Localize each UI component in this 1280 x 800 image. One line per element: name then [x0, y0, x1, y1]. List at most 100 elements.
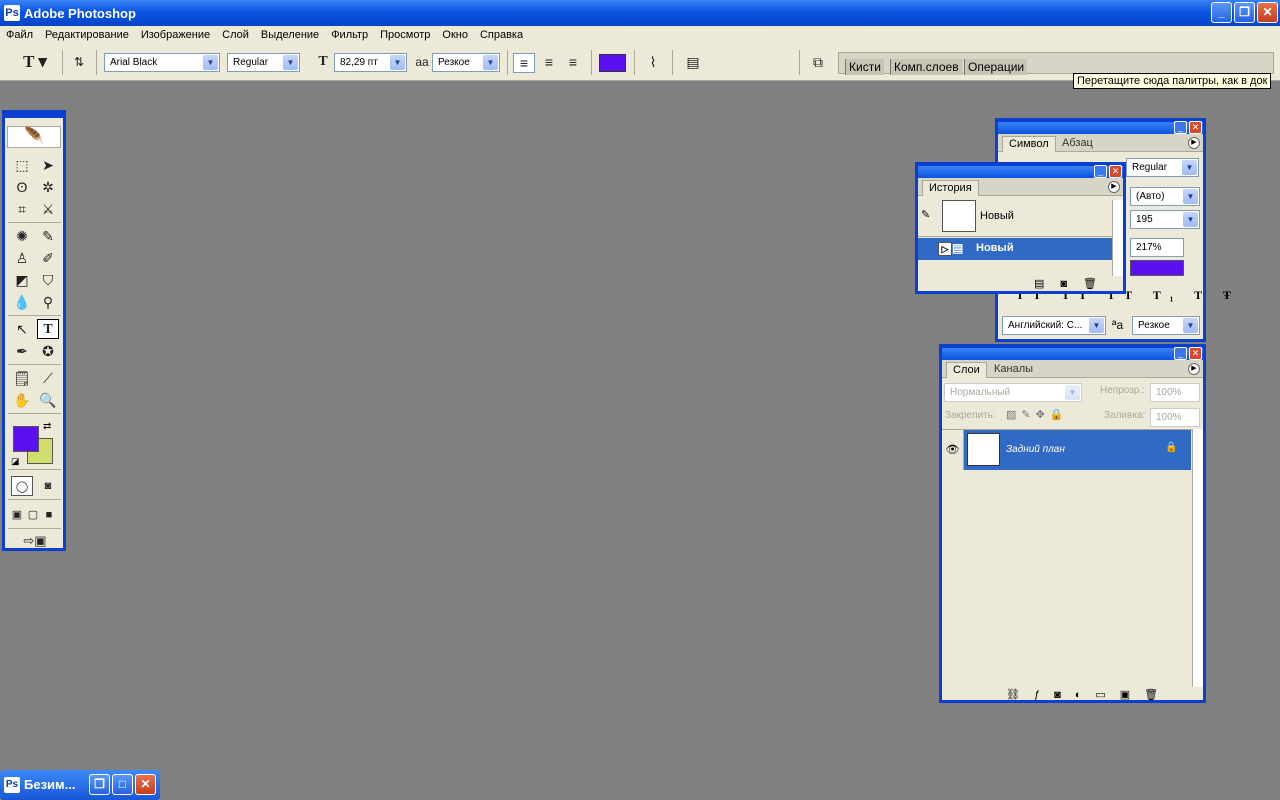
- type-tool-icon[interactable]: T: [37, 319, 59, 339]
- panel-menu-icon[interactable]: ▶: [1188, 137, 1200, 149]
- minimize-button[interactable]: _: [1211, 2, 1232, 23]
- antialias-select[interactable]: Резкое ▼: [432, 53, 500, 72]
- tool-preset-picker[interactable]: T ▾: [18, 53, 52, 71]
- character-font-style-select[interactable]: Regular ▼: [1126, 158, 1199, 177]
- layer-row[interactable]: 👁 Задний план 🔒: [942, 430, 1191, 470]
- blend-mode-select[interactable]: Нормальный ▼: [944, 383, 1082, 402]
- history-brush-source-icon[interactable]: ✎: [921, 208, 930, 221]
- standard-mode-icon[interactable]: ◯: [11, 476, 33, 496]
- tab-character[interactable]: Символ: [1002, 136, 1056, 152]
- notes-tool-icon[interactable]: 🗒: [11, 368, 33, 388]
- brush-tool-icon[interactable]: ✎: [37, 226, 59, 246]
- history-panel-titlebar[interactable]: _ ✕: [918, 165, 1123, 178]
- palettes-toggle-icon[interactable]: ▤: [682, 53, 704, 71]
- path-selection-tool-icon[interactable]: ↖: [11, 319, 33, 339]
- menu-window[interactable]: Окно: [436, 29, 474, 41]
- default-colors-icon[interactable]: ◪: [11, 456, 20, 467]
- minimize-icon[interactable]: _: [1174, 121, 1187, 134]
- lasso-tool-icon[interactable]: ʘ: [11, 177, 33, 197]
- snapshot-label[interactable]: Новый: [980, 210, 1014, 222]
- history-footer-buttons[interactable]: ▤◙🗑: [1034, 277, 1113, 290]
- menu-edit[interactable]: Редактирование: [39, 29, 135, 41]
- eyedropper-tool-icon[interactable]: ⟋: [37, 368, 59, 388]
- language-select[interactable]: Английский: С... ▼: [1002, 316, 1106, 335]
- history-slider-icon[interactable]: ▷: [938, 242, 952, 256]
- file-browser-icon[interactable]: ⧉: [806, 53, 830, 71]
- crop-tool-icon[interactable]: ⌗: [11, 199, 33, 219]
- leading-select[interactable]: (Авто) ▼: [1130, 187, 1200, 206]
- text-orientation-icon[interactable]: ⇅: [68, 53, 90, 71]
- close-button[interactable]: ✕: [1257, 2, 1278, 23]
- menu-image[interactable]: Изображение: [135, 29, 216, 41]
- layers-footer-buttons[interactable]: ⛓ƒ◙◐▭▣🗑: [1006, 688, 1172, 701]
- minimized-document-button[interactable]: Ps Безим... ❐ □ ✕: [0, 770, 160, 800]
- character-panel-titlebar[interactable]: _ ✕: [998, 121, 1203, 134]
- fill-input[interactable]: 100%: [1150, 408, 1200, 427]
- layers-scrollbar[interactable]: [1192, 429, 1203, 687]
- full-screen-menu-mode-icon[interactable]: ▢: [25, 505, 41, 525]
- restore-button[interactable]: ❐: [89, 774, 110, 795]
- character-antialias-select[interactable]: Резкое ▼: [1132, 316, 1200, 335]
- eraser-tool-icon[interactable]: ◩: [11, 270, 33, 290]
- healing-brush-tool-icon[interactable]: ✺: [11, 226, 33, 246]
- align-left-icon[interactable]: ≡: [513, 53, 535, 73]
- maximize-button[interactable]: □: [112, 774, 133, 795]
- foreground-color-swatch[interactable]: [13, 426, 39, 452]
- tab-layers[interactable]: Слои: [946, 362, 987, 378]
- tab-history[interactable]: История: [922, 180, 979, 196]
- restore-button[interactable]: ❐: [1234, 2, 1255, 23]
- font-family-select[interactable]: Arial Black ▼: [104, 53, 220, 72]
- menu-select[interactable]: Выделение: [255, 29, 325, 41]
- jump-to-imageready-icon[interactable]: ⇨▣: [13, 531, 57, 551]
- zoom-tool-icon[interactable]: 🔍: [37, 390, 59, 410]
- swap-colors-icon[interactable]: ⇄: [43, 421, 51, 432]
- align-center-icon[interactable]: ≡: [538, 53, 560, 71]
- history-scrollbar[interactable]: [1112, 200, 1123, 276]
- marquee-tool-icon[interactable]: ⬚: [11, 155, 33, 175]
- clone-stamp-tool-icon[interactable]: ♙: [11, 248, 33, 268]
- blur-tool-icon[interactable]: 💧: [11, 292, 33, 312]
- lock-buttons[interactable]: ▨✎✥🔒: [1006, 408, 1069, 421]
- panel-menu-icon[interactable]: ▶: [1188, 363, 1200, 375]
- tab-channels[interactable]: Каналы: [988, 362, 1039, 378]
- quick-mask-mode-icon[interactable]: ◙: [37, 476, 59, 496]
- menu-view[interactable]: Просмотр: [374, 29, 436, 41]
- font-style-select[interactable]: Regular ▼: [227, 53, 300, 72]
- warp-text-icon[interactable]: ⌇: [642, 53, 664, 71]
- menu-filter[interactable]: Фильтр: [325, 29, 374, 41]
- align-right-icon[interactable]: ≡: [562, 53, 584, 71]
- close-icon[interactable]: ✕: [1189, 121, 1202, 134]
- menu-file[interactable]: Файл: [0, 29, 39, 41]
- opacity-input[interactable]: 100%: [1150, 383, 1200, 402]
- move-tool-icon[interactable]: ➤: [37, 155, 59, 175]
- layer-name[interactable]: Задний план: [1006, 444, 1065, 455]
- paint-bucket-tool-icon[interactable]: ⛉: [37, 270, 59, 290]
- slice-tool-icon[interactable]: ⚔: [37, 199, 59, 219]
- menu-layer[interactable]: Слой: [216, 29, 255, 41]
- close-icon[interactable]: ✕: [1109, 165, 1122, 178]
- font-size-select[interactable]: 82,29 пт ▼: [334, 53, 407, 72]
- layer-visibility-eye-icon[interactable]: 👁: [942, 430, 964, 470]
- pen-tool-icon[interactable]: ✒: [11, 341, 33, 361]
- history-state-row[interactable]: ▷ ▤ Новый: [918, 238, 1112, 260]
- well-tab-actions[interactable]: Операции: [964, 59, 1028, 75]
- minimize-icon[interactable]: _: [1094, 165, 1107, 178]
- feather-logo-icon[interactable]: 🪶: [7, 126, 61, 148]
- close-icon[interactable]: ✕: [1189, 347, 1202, 360]
- close-button[interactable]: ✕: [135, 774, 156, 795]
- tracking-select[interactable]: 195 ▼: [1130, 210, 1200, 229]
- horizontal-scale-input[interactable]: 217%: [1130, 238, 1184, 257]
- custom-shape-tool-icon[interactable]: ✪: [37, 341, 59, 361]
- hand-tool-icon[interactable]: ✋: [11, 390, 33, 410]
- history-brush-tool-icon[interactable]: ✐: [37, 248, 59, 268]
- menu-help[interactable]: Справка: [474, 29, 529, 41]
- tab-paragraph[interactable]: Абзац: [1056, 136, 1099, 152]
- well-tab-brushes[interactable]: Кисти: [845, 59, 884, 75]
- magic-wand-tool-icon[interactable]: ✲: [37, 177, 59, 197]
- dodge-tool-icon[interactable]: ⚲: [37, 292, 59, 312]
- snapshot-thumbnail[interactable]: [942, 200, 976, 232]
- text-color-swatch[interactable]: [599, 54, 626, 72]
- layers-panel-titlebar[interactable]: _ ✕: [942, 347, 1203, 360]
- full-screen-mode-icon[interactable]: ■: [41, 505, 57, 525]
- standard-screen-mode-icon[interactable]: ▣: [9, 505, 25, 525]
